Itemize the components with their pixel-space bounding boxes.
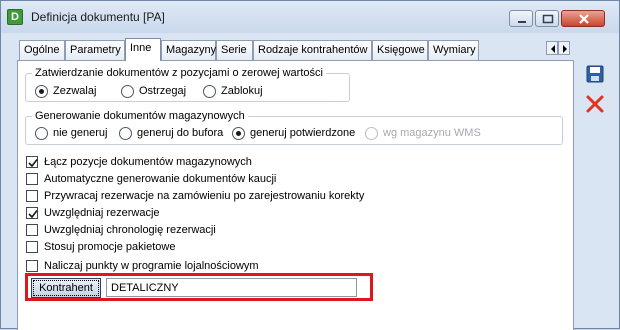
maximize-icon bbox=[542, 14, 554, 24]
kontrahent-field[interactable] bbox=[106, 278, 357, 297]
radio-generuj-potwierdzone[interactable] bbox=[232, 127, 245, 140]
radio-label: Zezwalaj bbox=[53, 85, 97, 97]
radio-ostrzegaj[interactable] bbox=[121, 85, 134, 98]
tab-parametry[interactable]: Parametry bbox=[65, 40, 125, 60]
radio-generuj-do-bufora[interactable] bbox=[119, 127, 132, 140]
checkbox-label: Uwzględniaj chronologię rezerwacji bbox=[44, 224, 216, 236]
tab-serie[interactable]: Serie bbox=[216, 40, 253, 60]
group-title: Zatwierdzanie dokumentów z pozycjami o z… bbox=[32, 67, 326, 79]
checkmark-icon bbox=[28, 159, 38, 168]
checkbox-label: Łącz pozycje dokumentów magazynowych bbox=[44, 156, 252, 168]
red-x-icon bbox=[586, 95, 604, 113]
radio-label: generuj potwierdzone bbox=[250, 127, 356, 139]
checkbox-uwzgledniaj-rezerwacje[interactable] bbox=[26, 207, 38, 219]
group-title: Generowanie dokumentów magazynowych bbox=[32, 110, 248, 122]
tab-content-panel: Zatwierdzanie dokumentów z pozycjami o z… bbox=[17, 60, 574, 330]
radio-zablokuj[interactable] bbox=[203, 85, 216, 98]
tab-rodzaje-kontrahentow[interactable]: Rodzaje kontrahentów bbox=[253, 40, 372, 60]
checkbox-lacz-pozycje[interactable] bbox=[26, 156, 38, 168]
tab-ksiegowe[interactable]: Księgowe bbox=[372, 40, 428, 60]
radio-label: wg magazynu WMS bbox=[383, 127, 481, 139]
radio-label: Ostrzegaj bbox=[139, 85, 187, 97]
minimize-button[interactable] bbox=[509, 10, 533, 27]
checkbox-label: Naliczaj punkty w programie lojalnościow… bbox=[44, 260, 259, 272]
radio-nie-generuj[interactable] bbox=[35, 127, 48, 140]
tab-ogolne[interactable]: Ogólne bbox=[19, 40, 65, 60]
arrow-right-icon bbox=[563, 45, 567, 53]
checkbox-promocje-pakietowe[interactable] bbox=[26, 241, 38, 253]
floppy-disk-icon bbox=[586, 65, 604, 83]
checkbox-label: Uwzględniaj rezerwacje bbox=[44, 207, 160, 219]
checkmark-icon bbox=[28, 210, 38, 219]
save-button[interactable] bbox=[585, 64, 605, 84]
checkbox-punkty-lojalnosciowe[interactable] bbox=[26, 260, 38, 272]
maximize-button[interactable] bbox=[535, 10, 559, 27]
title-bar: D Definicja dokumentu [PA] bbox=[1, 1, 619, 33]
radio-label: generuj do bufora bbox=[137, 127, 224, 139]
tab-scroll-right[interactable] bbox=[558, 41, 570, 55]
kontrahent-button[interactable]: Kontrahent bbox=[31, 278, 101, 298]
close-icon bbox=[579, 14, 589, 24]
zero-value-group: Zatwierdzanie dokumentów z pozycjami o z… bbox=[25, 67, 350, 102]
close-button[interactable] bbox=[561, 10, 605, 27]
minimize-icon bbox=[518, 21, 526, 23]
checkbox-chronologia-rezerwacji[interactable] bbox=[26, 224, 38, 236]
radio-wg-magazynu-wms bbox=[365, 127, 378, 140]
warehouse-docs-group: Generowanie dokumentów magazynowych nie … bbox=[25, 110, 563, 145]
checkbox-label: Automatyczne generowanie dokumentów kauc… bbox=[44, 173, 277, 185]
checkbox-label: Przywracaj rezerwacje na zamówieniu po z… bbox=[44, 190, 365, 202]
radio-zezwalaj[interactable] bbox=[35, 85, 48, 98]
app-icon: D bbox=[7, 9, 23, 25]
window-title: Definicja dokumentu [PA] bbox=[31, 10, 165, 24]
tab-wymiary[interactable]: Wymiary bbox=[428, 40, 479, 60]
radio-label: Zablokuj bbox=[221, 85, 263, 97]
tab-magazyny[interactable]: Magazyny bbox=[161, 40, 216, 60]
tab-scroll-left[interactable] bbox=[546, 41, 558, 55]
tab-inne[interactable]: Inne bbox=[125, 38, 161, 61]
checkbox-label: Stosuj promocje pakietowe bbox=[44, 241, 176, 253]
cancel-button[interactable] bbox=[585, 94, 605, 114]
radio-label: nie generuj bbox=[53, 127, 108, 139]
checkbox-przywracaj-rezerwacje[interactable] bbox=[26, 190, 38, 202]
document-definition-window: D Definicja dokumentu [PA] Ogólne Parame… bbox=[0, 0, 620, 330]
checkbox-auto-kaucje[interactable] bbox=[26, 173, 38, 185]
